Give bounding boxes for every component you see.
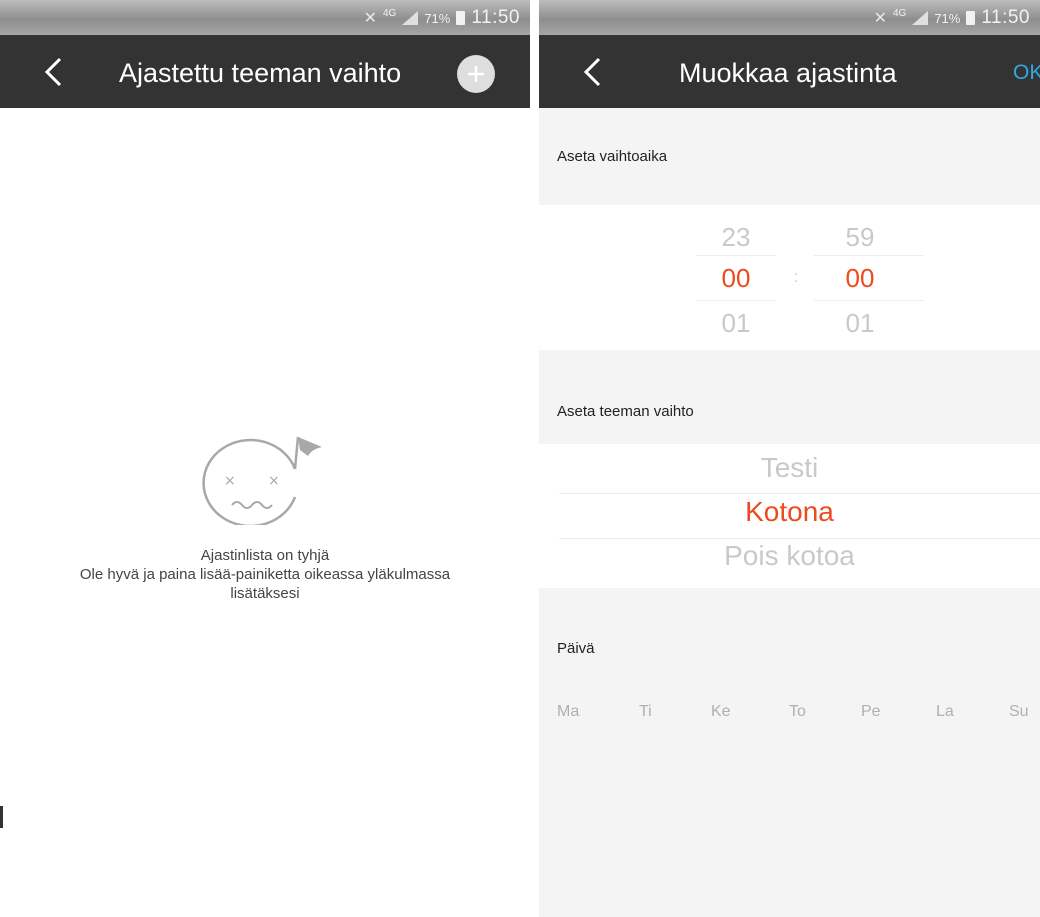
timer-list-screen: ✕ 4G 71% 11:50 Ajastettu teeman vaihto ×… [0,0,530,917]
signal-icon [912,11,929,25]
hour-option[interactable]: 23 [696,222,776,253]
battery-icon [456,11,466,25]
svg-text:×: × [224,473,236,489]
battery-percent: 71% [934,10,961,26]
status-bar: ✕ 4G 71% 11:50 [539,0,1040,35]
day-monday[interactable]: Ma [557,703,579,721]
theme-section-label: Aseta teeman vaihto [557,403,694,420]
day-wednesday[interactable]: Ke [711,703,731,721]
page-title: Muokkaa ajastinta [679,58,897,88]
mute-icon: ✕ [363,10,377,27]
day-thursday[interactable]: To [789,703,806,721]
signal-icon [402,11,419,25]
clock: 11:50 [471,7,520,28]
hour-option[interactable]: 01 [696,308,776,339]
theme-option[interactable]: Pois kotoa [539,540,1040,572]
clock: 11:50 [981,7,1030,28]
plus-icon [468,66,484,82]
theme-option[interactable]: Testi [539,452,1040,484]
edge-marker [0,806,3,828]
page-title: Ajastettu teeman vaihto [119,58,402,88]
svg-text:×: × [268,473,280,489]
sad-face-flag-icon: × × [202,436,322,525]
chevron-left-icon[interactable] [40,57,68,87]
minute-option[interactable]: 01 [820,308,900,339]
battery-percent: 71% [424,10,451,26]
time-separator: : [794,269,799,286]
mute-icon: ✕ [873,10,887,27]
time-picker: 23 00 01 : 59 00 01 [539,205,1040,350]
day-tuesday[interactable]: Ti [639,703,652,721]
empty-list-hint-cont: lisätäksesi [230,585,300,602]
empty-list-hint: Ole hyvä ja paina lisää-painiketta oikea… [79,566,451,583]
theme-picker: Testi Kotona Pois kotoa [539,444,1040,588]
time-section-label: Aseta vaihtoaika [557,148,668,165]
day-friday[interactable]: Pe [861,703,881,721]
ok-button[interactable]: OK [1013,61,1040,85]
app-bar: Ajastettu teeman vaihto [0,35,530,108]
day-saturday[interactable]: La [936,703,954,721]
day-section-label: Päivä [557,640,595,657]
battery-icon [966,11,976,25]
minute-option[interactable]: 59 [820,222,900,253]
minute-selected[interactable]: 00 [820,263,900,294]
network-type: 4G [892,7,907,19]
empty-list-title: Ajastinlista on tyhjä [200,547,330,564]
hour-selected[interactable]: 00 [696,263,776,294]
app-bar: Muokkaa ajastinta OK [539,35,1040,108]
theme-selected[interactable]: Kotona [539,496,1040,528]
day-sunday[interactable]: Su [1009,703,1029,721]
chevron-left-icon[interactable] [579,57,607,87]
edit-timer-screen: ✕ 4G 71% 11:50 Muokkaa ajastinta OK Aset… [539,0,1040,917]
network-type: 4G [382,7,397,19]
status-bar: ✕ 4G 71% 11:50 [0,0,530,35]
add-timer-button[interactable] [457,55,495,93]
